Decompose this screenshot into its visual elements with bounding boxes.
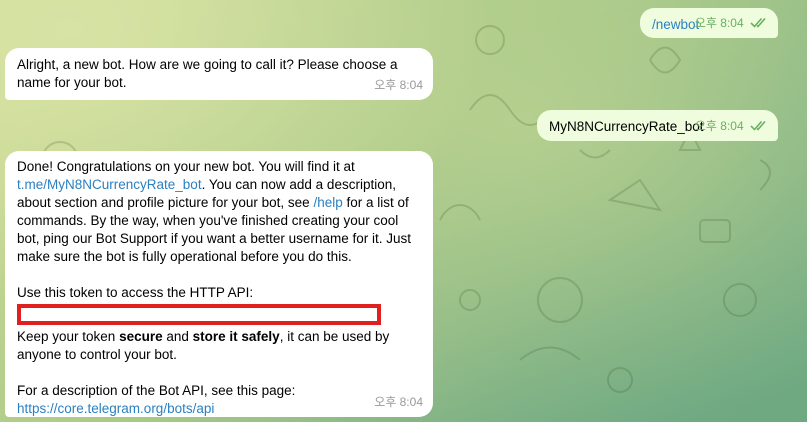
double-check-icon xyxy=(750,120,766,131)
message-meta: 오후 8:04 xyxy=(695,14,768,32)
api-description: For a description of the Bot API, see th… xyxy=(17,383,296,398)
keep-and: and xyxy=(162,329,193,344)
message-time: 오후 8:04 xyxy=(694,119,744,133)
double-check-icon xyxy=(750,17,766,28)
message-meta: 오후 8:04 xyxy=(695,117,768,135)
keep-store-safely: store it safely xyxy=(192,329,280,344)
message-paragraph-intro: Done! Congratulations on your new bot. Y… xyxy=(17,158,421,266)
message-time: 오후 8:04 xyxy=(694,16,744,30)
intro-text: Done! Congratulations on your new bot. Y… xyxy=(17,159,355,174)
message-time: 오후 8:04 xyxy=(374,395,423,409)
message-outgoing-newbot[interactable]: /newbot 오후 8:04 xyxy=(640,8,778,38)
keep-secure: secure xyxy=(119,329,163,344)
message-outgoing-bot-name: MyN8NCurrencyRate_bot 오후 8:04 xyxy=(537,110,778,141)
api-paragraph-link: https://core.telegram.org/bots/api xyxy=(17,400,421,418)
help-command-link[interactable]: /help xyxy=(313,195,342,210)
message-paragraph-keep-token: Keep your token secure and store it safe… xyxy=(17,328,421,364)
message-incoming-choose-name: Alright, a new bot. How are we going to … xyxy=(5,48,433,100)
message-time: 오후 8:04 xyxy=(374,78,423,92)
chat-history: /newbot 오후 8:04 Alright, a new bot. How … xyxy=(0,0,807,422)
token-label: Use this token to access the HTTP API: xyxy=(17,285,254,300)
keep-text: Keep your token xyxy=(17,329,120,344)
redacted-token-box xyxy=(17,304,381,325)
api-docs-link[interactable]: https://core.telegram.org/bots/api xyxy=(17,401,214,416)
message-text: Alright, a new bot. How are we going to … xyxy=(17,57,398,90)
message-incoming-bot-created: Done! Congratulations on your new bot. Y… xyxy=(5,151,433,417)
message-text: MyN8NCurrencyRate_bot xyxy=(549,119,704,134)
bot-command-newbot[interactable]: /newbot xyxy=(652,17,699,32)
bot-link[interactable]: t.me/MyN8NCurrencyRate_bot xyxy=(17,177,202,192)
